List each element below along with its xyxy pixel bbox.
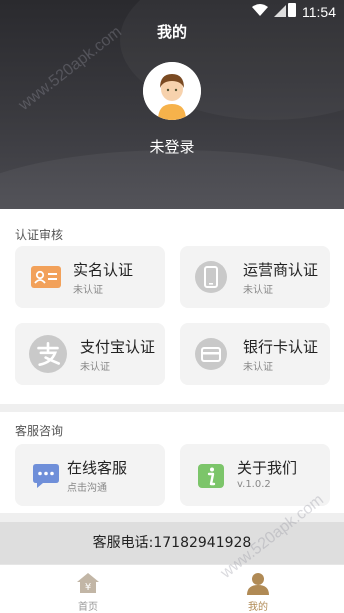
- card-status: 未认证: [243, 285, 273, 296]
- service-hotline[interactable]: 客服电话:17182941928: [0, 522, 344, 564]
- card-title: 关于我们: [237, 459, 298, 477]
- chat-icon: [33, 464, 59, 488]
- profile-icon: [247, 573, 269, 595]
- status-time: 11:54: [302, 4, 336, 20]
- card-title: 实名认证: [73, 261, 134, 279]
- card-subtitle: v.1.0.2: [237, 479, 271, 490]
- section-divider: [0, 404, 344, 412]
- card-subtitle: 点击沟通: [67, 483, 107, 494]
- tab-home[interactable]: ¥ 首页: [48, 565, 128, 613]
- bank-card-verify-card[interactable]: 银行卡认证 未认证: [180, 323, 330, 385]
- signal-icon: [274, 5, 286, 17]
- section-divider: [0, 513, 344, 522]
- real-name-verify-card[interactable]: 实名认证 未认证: [15, 246, 165, 308]
- about-us-card[interactable]: 关于我们 v.1.0.2: [180, 444, 330, 506]
- section-title-support: 客服咨询: [15, 424, 64, 438]
- card-title: 支付宝认证: [80, 338, 156, 356]
- wifi-icon: [252, 4, 268, 16]
- login-status[interactable]: 未登录: [0, 136, 344, 157]
- info-icon: [198, 464, 224, 488]
- phone-icon: [195, 261, 227, 293]
- user-avatar-icon: [143, 62, 201, 120]
- card-status: 未认证: [73, 285, 103, 296]
- card-title: 银行卡认证: [243, 338, 319, 356]
- bottom-tab-bar: ¥ 首页 我的: [0, 564, 344, 613]
- profile-header: 11:54 我的 未登录: [0, 0, 344, 209]
- tab-profile[interactable]: 我的: [218, 565, 298, 613]
- card-status: 未认证: [243, 362, 273, 373]
- home-icon: ¥: [77, 573, 99, 593]
- battery-icon: [288, 3, 296, 17]
- page-title: 我的: [156, 23, 187, 41]
- section-title-verification: 认证审核: [15, 228, 64, 242]
- online-service-card[interactable]: 在线客服 点击沟通: [15, 444, 165, 506]
- card-title: 在线客服: [67, 459, 128, 477]
- card-title: 运营商认证: [243, 261, 319, 279]
- header-decoration: [0, 150, 344, 209]
- svg-text:¥: ¥: [85, 582, 91, 593]
- alipay-verify-card[interactable]: 支付宝认证 未认证: [15, 323, 165, 385]
- card-status: 未认证: [80, 362, 110, 373]
- alipay-icon: [29, 335, 67, 373]
- bank-card-icon: [195, 338, 227, 370]
- avatar[interactable]: [143, 62, 201, 120]
- carrier-verify-card[interactable]: 运营商认证 未认证: [180, 246, 330, 308]
- id-card-icon: [31, 266, 61, 288]
